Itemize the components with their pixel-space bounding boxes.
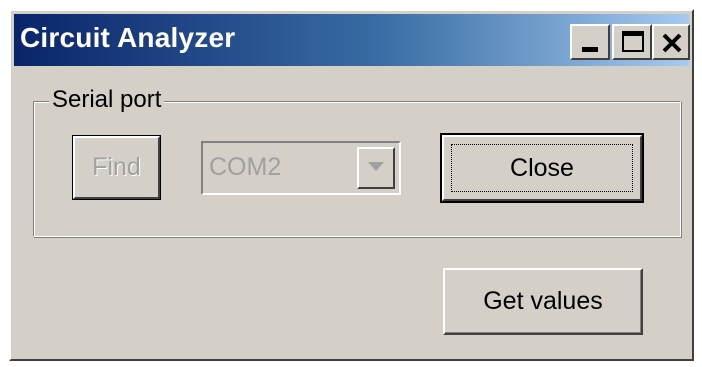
port-select[interactable]: COM2 <box>201 141 401 195</box>
minimize-icon <box>582 47 598 52</box>
close-icon <box>662 33 682 53</box>
app-window: Circuit Analyzer Serial port Find COM2 C… <box>9 9 694 361</box>
serial-port-group-label: Serial port <box>49 86 165 114</box>
maximize-button[interactable] <box>612 24 652 60</box>
chevron-down-icon <box>368 162 384 171</box>
port-select-value: COM2 <box>209 153 282 181</box>
close-port-button[interactable]: Close <box>440 133 644 203</box>
port-select-dropdown-button[interactable] <box>357 147 395 189</box>
close-window-button[interactable] <box>652 24 690 60</box>
window-title: Circuit Analyzer <box>20 22 236 53</box>
maximize-icon <box>622 31 644 52</box>
title-bar[interactable]: Circuit Analyzer <box>14 14 690 66</box>
get-values-button[interactable]: Get values <box>443 268 643 335</box>
focus-rectangle <box>451 144 633 192</box>
minimize-button[interactable] <box>570 24 610 60</box>
find-button[interactable]: Find <box>72 135 161 200</box>
